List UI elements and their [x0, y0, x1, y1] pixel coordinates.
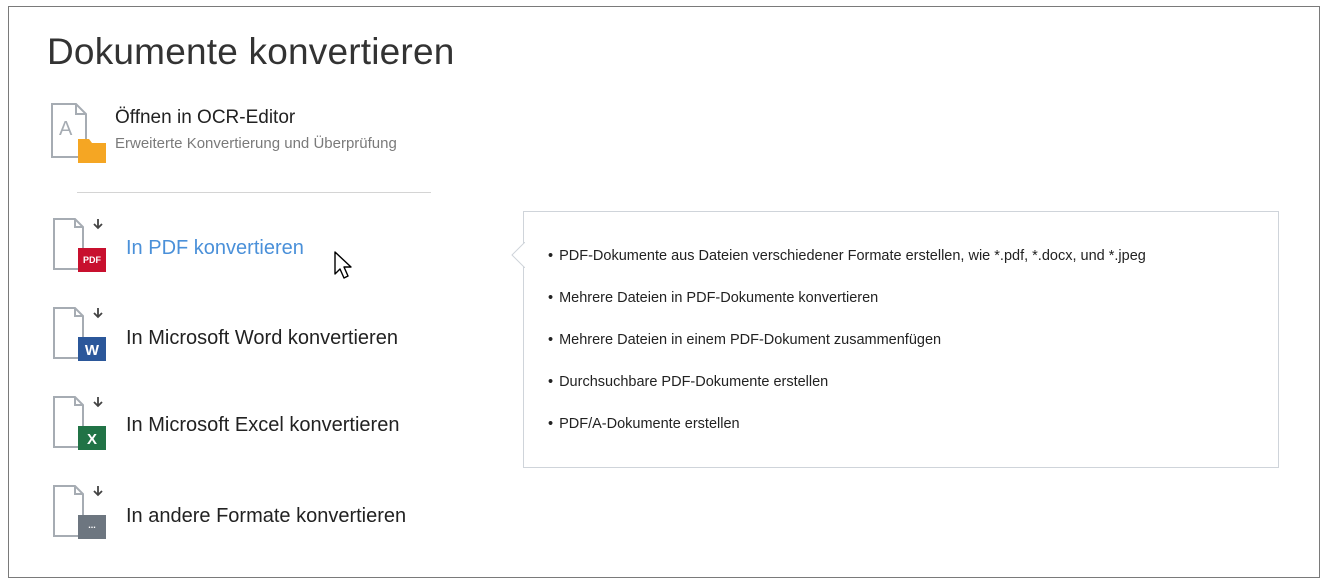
svg-text:...: ...	[88, 520, 96, 530]
tooltip-item: PDF-Dokumente aus Dateien verschiedener …	[548, 244, 1146, 286]
word-file-icon: W	[49, 305, 109, 365]
tooltip-item: Durchsuchbare PDF-Dokumente erstellen	[548, 370, 1146, 412]
ocr-editor-title: Öffnen in OCR-Editor	[115, 107, 296, 128]
pdf-file-icon: PDF	[49, 216, 109, 276]
page-title: Dokumente konvertieren	[47, 31, 455, 72]
ocr-editor-icon: A	[49, 101, 109, 165]
convert-option-label: In Microsoft Word konvertieren	[126, 327, 398, 349]
convert-option-label: In andere Formate konvertieren	[126, 505, 407, 527]
svg-text:X: X	[87, 431, 97, 448]
tooltip-item: Mehrere Dateien in PDF-Dokumente konvert…	[548, 286, 1146, 328]
pdf-conversion-tooltip: PDF-Dokumente aus Dateien verschiedener …	[511, 211, 1279, 468]
open-in-ocr-editor-button[interactable]: A Öffnen in OCR-Editor Erweiterte Konver…	[49, 101, 479, 171]
svg-text:A: A	[59, 118, 73, 140]
convert-option-label: In PDF konvertieren	[126, 237, 304, 259]
convert-to-pdf-button[interactable]: PDF In PDF konvertieren	[49, 216, 469, 280]
convert-to-word-button[interactable]: W In Microsoft Word konvertieren	[49, 305, 469, 369]
excel-file-icon: X	[49, 394, 109, 454]
convert-documents-panel: Dokumente konvertieren A Öffnen in OCR-E…	[8, 6, 1320, 578]
convert-to-other-formats-button[interactable]: ... In andere Formate konvertieren	[49, 483, 469, 547]
ocr-editor-subtitle: Erweiterte Konvertierung und Überprüfung	[115, 135, 397, 152]
tooltip-arrow	[511, 241, 526, 269]
section-divider	[77, 192, 431, 193]
tooltip-item: Mehrere Dateien in einem PDF-Dokument zu…	[548, 328, 1146, 370]
svg-text:PDF: PDF	[83, 255, 102, 265]
mouse-pointer-icon	[333, 250, 357, 280]
other-formats-file-icon: ...	[49, 483, 109, 543]
tooltip-item: PDF/A-Dokumente erstellen	[548, 412, 1146, 454]
convert-option-label: In Microsoft Excel konvertieren	[126, 414, 400, 436]
svg-text:W: W	[85, 342, 100, 359]
convert-to-excel-button[interactable]: X In Microsoft Excel konvertieren	[49, 394, 469, 458]
tooltip-feature-list: PDF-Dokumente aus Dateien verschiedener …	[548, 244, 1146, 454]
